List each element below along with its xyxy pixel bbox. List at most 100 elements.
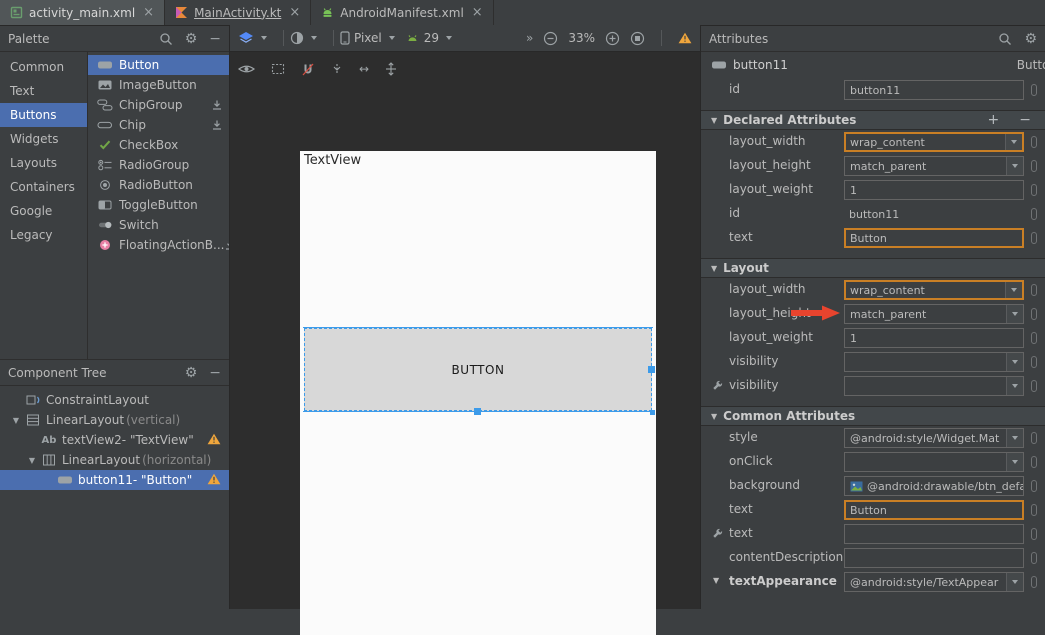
resource-picker[interactable]	[1031, 208, 1037, 220]
chevron-down-icon[interactable]	[1005, 282, 1022, 298]
attribute-dropdown[interactable]	[844, 376, 1024, 396]
palette-item[interactable]: CheckBox	[88, 135, 229, 155]
hide-panel-icon[interactable]: −	[209, 32, 221, 46]
resource-picker[interactable]	[1031, 480, 1037, 492]
tree-item[interactable]: button11- "Button"	[0, 470, 229, 490]
chevron-down-icon[interactable]	[1006, 453, 1023, 471]
canvas-selected-button[interactable]: BUTTON	[304, 328, 652, 411]
palette-category-layouts[interactable]: Layouts	[0, 151, 87, 175]
autoconnect-magnet-icon[interactable]	[301, 63, 315, 76]
attribute-input[interactable]	[844, 524, 1024, 544]
chevron-down-icon[interactable]	[1006, 573, 1023, 591]
palette-item[interactable]: ImageButton	[88, 75, 229, 95]
palette-category-buttons[interactable]: Buttons	[0, 103, 87, 127]
resource-picker[interactable]	[1031, 456, 1037, 468]
resource-picker[interactable]	[1031, 136, 1037, 148]
palette-category-containers[interactable]: Containers	[0, 175, 87, 199]
attribute-dropdown[interactable]	[844, 452, 1024, 472]
attribute-input[interactable]: Button	[844, 228, 1024, 248]
palette-category-legacy[interactable]: Legacy	[0, 223, 87, 247]
palette-item[interactable]: Chip	[88, 115, 229, 135]
palette-category-text[interactable]: Text	[0, 79, 87, 103]
hide-panel-icon[interactable]: −	[209, 366, 221, 380]
attributes-section-header[interactable]: ▼Declared Attributes+−	[701, 110, 1045, 130]
resource-picker[interactable]	[1031, 552, 1037, 564]
chevron-down-icon[interactable]	[1006, 429, 1023, 447]
attribute-dropdown[interactable]: wrap_content	[844, 280, 1024, 300]
search-icon[interactable]	[998, 32, 1012, 46]
chevron-down-icon[interactable]	[1006, 377, 1023, 395]
attribute-input[interactable]: button11	[844, 80, 1024, 100]
resource-picker[interactable]	[1031, 84, 1037, 96]
design-mode-selector[interactable]	[238, 31, 267, 45]
default-margins-icon[interactable]: ↔	[359, 62, 369, 76]
attribute-input[interactable]: 1	[844, 328, 1024, 348]
editor-tab[interactable]: AndroidManifest.xml×	[311, 0, 493, 25]
attributes-section-header[interactable]: ▼Common Attributes	[701, 406, 1045, 426]
gear-icon[interactable]: ⚙	[1024, 32, 1037, 46]
guidelines-icon[interactable]	[331, 63, 343, 75]
resize-handle-right[interactable]	[648, 366, 655, 373]
resource-picker[interactable]	[1031, 356, 1037, 368]
attribute-dropdown[interactable]: @android:style/Widget.Mat	[844, 428, 1024, 448]
add-attribute-button[interactable]: +	[988, 112, 1000, 128]
tree-item[interactable]: ConstraintLayout	[0, 390, 229, 410]
palette-category-google[interactable]: Google	[0, 199, 87, 223]
zoom-to-fit-icon[interactable]	[630, 31, 645, 46]
tree-item[interactable]: ▼LinearLayout(vertical)	[0, 410, 229, 430]
remove-attribute-button[interactable]: −	[1019, 112, 1031, 128]
palette-item[interactable]: FloatingActionB...	[88, 235, 229, 255]
zoom-in-icon[interactable]	[605, 31, 620, 46]
resource-picker[interactable]	[1031, 528, 1037, 540]
canvas-textview[interactable]: TextView	[304, 153, 361, 168]
attribute-input[interactable]: 1	[844, 180, 1024, 200]
attribute-dropdown[interactable]: wrap_content	[844, 132, 1024, 152]
attribute-dropdown[interactable]	[844, 352, 1024, 372]
resource-picker[interactable]	[1031, 232, 1037, 244]
gear-icon[interactable]: ⚙	[185, 32, 198, 46]
zoom-out-icon[interactable]	[543, 31, 558, 46]
palette-category-widgets[interactable]: Widgets	[0, 127, 87, 151]
attribute-input[interactable]	[844, 548, 1024, 568]
tree-item[interactable]: ▼LinearLayout(horizontal)	[0, 450, 229, 470]
palette-category-common[interactable]: Common	[0, 55, 87, 79]
attribute-dropdown[interactable]: match_parent	[844, 156, 1024, 176]
palette-item[interactable]: RadioGroup	[88, 155, 229, 175]
resource-picker[interactable]	[1031, 504, 1037, 516]
attribute-input[interactable]: Button	[844, 500, 1024, 520]
editor-tab[interactable]: MainActivity.kt×	[165, 0, 311, 25]
resize-handle-corner[interactable]	[650, 410, 655, 415]
theme-selector[interactable]	[290, 31, 317, 45]
resize-handle-bottom[interactable]	[474, 408, 481, 415]
resource-picker[interactable]	[1031, 184, 1037, 196]
palette-item[interactable]: ChipGroup	[88, 95, 229, 115]
resource-picker[interactable]	[1031, 432, 1037, 444]
palette-item[interactable]: RadioButton	[88, 175, 229, 195]
search-icon[interactable]	[159, 32, 173, 46]
chevron-down-icon[interactable]	[1005, 134, 1022, 150]
resource-picker[interactable]	[1031, 284, 1037, 296]
chevron-down-icon[interactable]	[1006, 305, 1023, 323]
align-vertical-icon[interactable]	[385, 62, 397, 76]
expand-arrow-icon[interactable]: ▼	[8, 416, 24, 425]
chevron-down-icon[interactable]	[1006, 157, 1023, 175]
warning-icon[interactable]	[678, 32, 692, 44]
attribute-input[interactable]: @android:drawable/btn_defau	[844, 476, 1024, 496]
expand-arrow-icon[interactable]: ▼	[24, 456, 40, 465]
palette-item[interactable]: Button	[88, 55, 229, 75]
gear-icon[interactable]: ⚙	[185, 366, 198, 380]
expand-arrow-icon[interactable]: ▼	[713, 576, 719, 585]
toolbar-overflow-icon[interactable]: »	[526, 31, 533, 45]
close-icon[interactable]: ×	[143, 5, 154, 20]
resource-picker[interactable]	[1031, 380, 1037, 392]
show-blueprint-icon[interactable]	[271, 63, 285, 75]
view-options-eye-icon[interactable]	[238, 63, 255, 75]
layout-canvas[interactable]: TextView BUTTON	[300, 151, 656, 635]
resource-picker[interactable]	[1031, 160, 1037, 172]
resource-picker[interactable]	[1031, 332, 1037, 344]
tree-item[interactable]: AbtextView2- "TextView"	[0, 430, 229, 450]
resource-picker[interactable]	[1031, 576, 1037, 588]
palette-item[interactable]: ToggleButton	[88, 195, 229, 215]
chevron-down-icon[interactable]	[1006, 353, 1023, 371]
device-selector[interactable]: Pixel	[340, 31, 395, 45]
